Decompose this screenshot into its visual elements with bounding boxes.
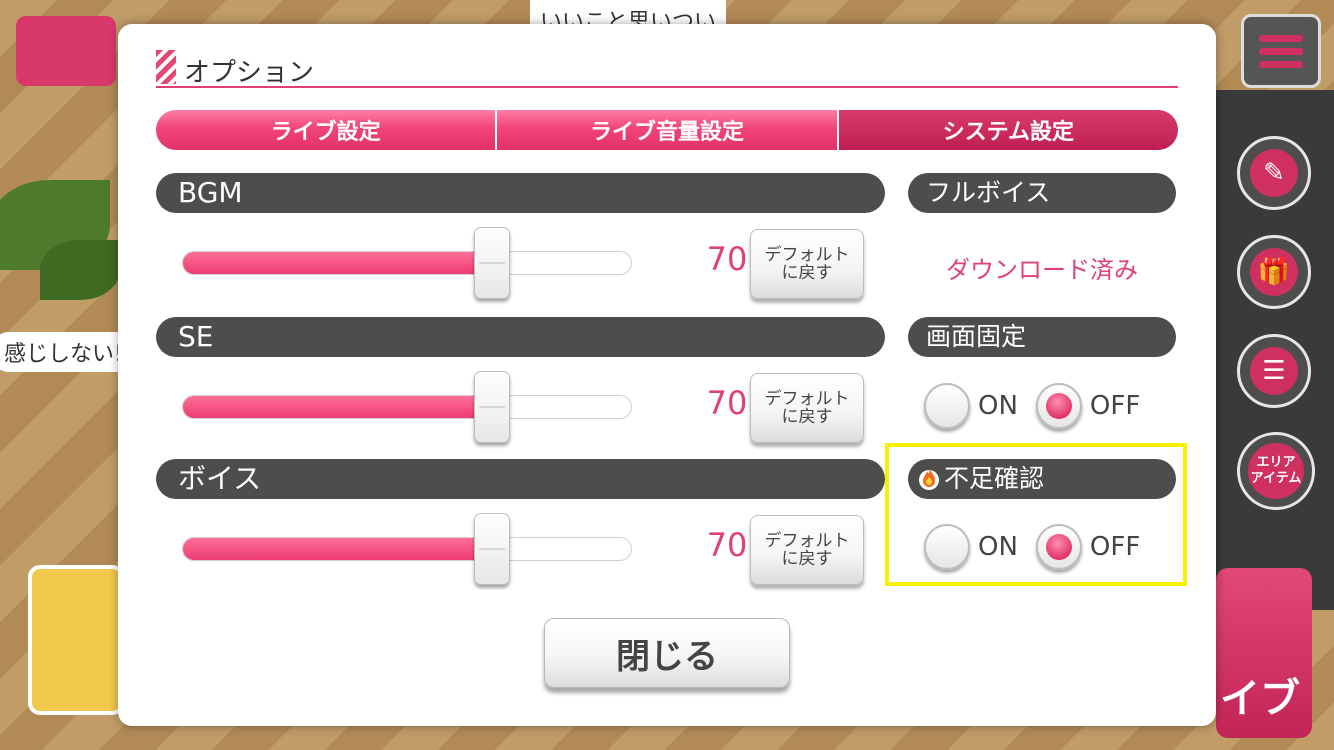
reset-label-line2: に戻す (781, 549, 833, 569)
settings-tabs: ライブ設定 ライブ音量設定 システム設定 (156, 110, 1178, 150)
on-label: ON (978, 391, 1018, 421)
promo-banner[interactable] (28, 565, 124, 715)
title-stripe-icon (156, 50, 176, 84)
slider-fill (183, 252, 496, 274)
area-item-label: エリア アイテム (1248, 443, 1304, 499)
gift-icon: 🎁 (1250, 248, 1298, 296)
slider-thumb[interactable] (474, 371, 511, 443)
voice-header: ボイス (156, 459, 885, 499)
se-reset-default-button[interactable]: デフォルト に戻す (750, 373, 864, 443)
menu-bar (1259, 60, 1303, 68)
screen-lock-options: ON OFF (924, 383, 1158, 429)
screen-lock-header: 画面固定 (908, 317, 1176, 357)
reset-label-line1: デフォルト (764, 531, 850, 551)
bgm-slider[interactable] (182, 227, 632, 299)
screen-lock-on-radio[interactable] (924, 383, 970, 429)
se-slider[interactable] (182, 371, 632, 443)
area-item-button[interactable]: エリア アイテム (1237, 432, 1315, 510)
shortage-check-on-radio[interactable] (924, 524, 970, 570)
close-button[interactable]: 閉じる (544, 618, 790, 688)
map-button[interactable] (16, 16, 116, 86)
menu-bar (1259, 34, 1303, 42)
live-label: イブ (1220, 676, 1300, 722)
slider-fill (183, 538, 496, 560)
voice-reset-default-button[interactable]: デフォルト に戻す (750, 515, 864, 585)
full-voice-status: ダウンロード済み (946, 256, 1138, 284)
tab-live-settings[interactable]: ライブ設定 (156, 110, 496, 150)
voice-slider[interactable] (182, 513, 632, 585)
tab-live-volume-settings[interactable]: ライブ音量設定 (495, 110, 837, 150)
options-dialog: オプション ライブ設定 ライブ音量設定 システム設定 BGM 70 デフォルト … (118, 24, 1216, 726)
slider-track (182, 537, 632, 561)
plant-leaf (40, 240, 120, 300)
live-button[interactable]: イブ (1216, 568, 1312, 738)
tab-system-settings[interactable]: システム設定 (836, 110, 1178, 150)
off-label: OFF (1089, 391, 1141, 421)
reset-label-line1: デフォルト (764, 389, 850, 409)
slider-track (182, 251, 632, 275)
bgm-reset-default-button[interactable]: デフォルト に戻す (750, 229, 864, 299)
reset-label-line2: に戻す (781, 407, 833, 427)
dialog-title: オプション (184, 58, 315, 88)
checklist-icon: ☰ (1250, 347, 1298, 395)
gift-button[interactable]: 🎁 (1237, 235, 1311, 309)
menu-button[interactable] (1241, 14, 1321, 88)
menu-bar (1259, 47, 1303, 55)
dialog-title-row: オプション (156, 50, 1178, 88)
edit-button[interactable]: ✎ (1237, 136, 1311, 210)
mission-button[interactable]: ☰ (1237, 334, 1311, 408)
slider-track (182, 395, 632, 419)
screen-lock-off-radio[interactable] (1035, 383, 1082, 429)
on-label: ON (978, 532, 1018, 562)
shortage-check-off-radio[interactable] (1035, 524, 1082, 570)
slider-fill (183, 396, 496, 418)
slider-thumb[interactable] (474, 513, 511, 585)
bgm-header: BGM (156, 173, 885, 213)
slider-thumb[interactable] (474, 227, 511, 299)
shortage-check-label: 不足確認 (944, 464, 1045, 493)
pen-icon: ✎ (1250, 149, 1298, 197)
shortage-check-header: 不足確認 (908, 459, 1176, 499)
reset-label-line1: デフォルト (764, 245, 850, 265)
flame-icon (919, 469, 939, 490)
se-header: SE (156, 317, 885, 357)
full-voice-header: フルボイス (908, 173, 1176, 213)
reset-label-line2: に戻す (781, 263, 833, 283)
shortage-check-options: ON OFF (924, 524, 1158, 570)
off-label: OFF (1089, 532, 1141, 562)
